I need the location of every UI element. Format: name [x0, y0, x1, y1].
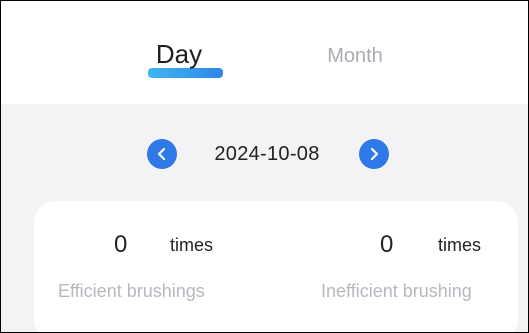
date-navigator: 2024-10-08	[1, 135, 528, 169]
inefficient-brushing-count: 0	[380, 231, 394, 258]
current-date: 2024-10-08	[214, 143, 320, 165]
brushing-summary-card: 0 times Efficient brushings 0 times Inef…	[34, 201, 518, 332]
chevron-right-icon	[370, 147, 379, 161]
efficient-brushings-count: 0	[114, 231, 128, 258]
inefficient-brushing-unit: times	[438, 235, 482, 255]
period-tab-bar: Day Month	[1, 1, 528, 104]
efficient-brushings-unit: times	[170, 235, 214, 255]
brushing-report-screen: Day Month 2024-10-08 0 times Efficient b…	[0, 0, 529, 333]
tab-day-label: Day	[155, 39, 203, 69]
inefficient-brushing-label: Inefficient brushing	[321, 281, 472, 301]
tab-month[interactable]: Month	[305, 45, 405, 85]
chevron-left-icon	[157, 147, 166, 161]
tab-month-label: Month	[327, 45, 383, 67]
efficient-brushings-label: Efficient brushings	[58, 281, 205, 301]
previous-date-button[interactable]	[147, 139, 177, 169]
tab-day[interactable]: Day	[129, 39, 229, 79]
next-date-button[interactable]	[359, 139, 389, 169]
